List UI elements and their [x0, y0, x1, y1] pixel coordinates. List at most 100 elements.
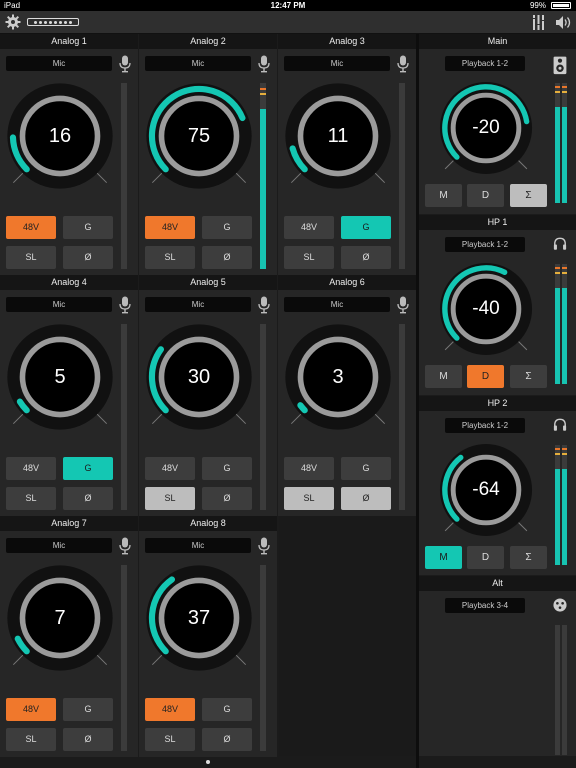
interface-device-icon[interactable]	[27, 18, 79, 26]
phase-invert-button[interactable]: Ø	[341, 246, 391, 269]
phase-invert-button[interactable]: Ø	[341, 487, 391, 510]
phantom-48v-button[interactable]: 48V	[145, 698, 195, 721]
phantom-48v-button[interactable]: 48V	[145, 216, 195, 239]
stereo-link-button[interactable]: SL	[145, 728, 195, 751]
gain-knob[interactable]	[4, 562, 116, 674]
output-strip: Alt Playback 3-4	[419, 576, 576, 756]
dim-button[interactable]: D	[467, 546, 504, 569]
channel-title[interactable]: Analog 2	[139, 34, 277, 49]
channel-strip: Analog 8 Mic 37 48V G SL Ø	[139, 516, 277, 757]
gain-g-button[interactable]: G	[202, 216, 252, 239]
channel-strip: Analog 7 Mic 7 48V G SL Ø	[0, 516, 138, 757]
phase-invert-button[interactable]: Ø	[63, 728, 113, 751]
stereo-link-button[interactable]: SL	[145, 246, 195, 269]
microphone-icon	[258, 296, 270, 314]
dim-button[interactable]: D	[467, 184, 504, 207]
microphone-icon	[258, 55, 270, 73]
source-selector[interactable]: Mic	[145, 297, 251, 312]
channel-title[interactable]: Analog 8	[139, 516, 277, 531]
channel-title[interactable]: Analog 3	[278, 34, 416, 49]
source-selector[interactable]: Mic	[145, 56, 251, 71]
stereo-link-button[interactable]: SL	[145, 487, 195, 510]
phantom-48v-button[interactable]: 48V	[284, 216, 334, 239]
source-selector[interactable]: Mic	[284, 297, 390, 312]
stereo-link-button[interactable]: SL	[6, 246, 56, 269]
output-source-selector[interactable]: Playback 1-2	[445, 237, 525, 252]
source-selector[interactable]: Mic	[6, 538, 112, 553]
gain-g-button[interactable]: G	[341, 457, 391, 480]
stereo-link-button[interactable]: SL	[6, 728, 56, 751]
meter-fill	[562, 107, 567, 203]
gain-knob[interactable]	[4, 80, 116, 192]
stereo-link-button[interactable]: SL	[284, 246, 334, 269]
output-volume-knob[interactable]	[437, 260, 535, 358]
output-source-selector[interactable]: Playback 1-2	[445, 418, 525, 433]
gain-knob[interactable]	[143, 321, 255, 433]
gain-g-button[interactable]: G	[202, 457, 252, 480]
stereo-link-button[interactable]: SL	[284, 487, 334, 510]
output-title[interactable]: HP 2	[419, 396, 576, 411]
phase-invert-button[interactable]: Ø	[202, 487, 252, 510]
mixer-icon[interactable]	[532, 15, 545, 30]
mute-button[interactable]: M	[425, 184, 462, 207]
phase-invert-button[interactable]: Ø	[63, 246, 113, 269]
output-title[interactable]: Alt	[419, 576, 576, 591]
gain-knob[interactable]	[143, 80, 255, 192]
source-selector[interactable]: Mic	[284, 56, 390, 71]
level-meter	[399, 83, 405, 269]
mute-button[interactable]: M	[425, 365, 462, 388]
phantom-48v-button[interactable]: 48V	[6, 216, 56, 239]
channel-title[interactable]: Analog 6	[278, 275, 416, 290]
meter-fill	[555, 107, 560, 203]
output-meter-right	[562, 445, 567, 565]
stereo-link-button[interactable]: SL	[6, 487, 56, 510]
phase-invert-button[interactable]: Ø	[63, 487, 113, 510]
source-selector[interactable]: Mic	[145, 538, 251, 553]
output-title[interactable]: Main	[419, 34, 576, 49]
xlr-connector-icon	[553, 598, 567, 614]
source-selector[interactable]: Mic	[6, 56, 112, 71]
output-title[interactable]: HP 1	[419, 215, 576, 230]
mono-sum-button[interactable]: Σ	[510, 365, 547, 388]
speaker-icon[interactable]	[555, 15, 571, 30]
gain-knob[interactable]	[143, 562, 255, 674]
output-source-selector[interactable]: Playback 1-2	[445, 56, 525, 71]
gain-knob[interactable]	[282, 321, 394, 433]
output-meter-left	[555, 83, 560, 203]
channel-title[interactable]: Analog 1	[0, 34, 138, 49]
channel-title[interactable]: Analog 4	[0, 275, 138, 290]
mute-button[interactable]: M	[425, 546, 462, 569]
output-volume-knob[interactable]	[437, 79, 535, 177]
phase-invert-button[interactable]: Ø	[202, 728, 252, 751]
dim-button[interactable]: D	[467, 365, 504, 388]
channel-strip: Analog 6 Mic 3 48V G SL Ø	[278, 275, 416, 516]
level-meter	[399, 324, 405, 510]
gain-g-button[interactable]: G	[202, 698, 252, 721]
phantom-48v-button[interactable]: 48V	[145, 457, 195, 480]
mono-sum-button[interactable]: Σ	[510, 184, 547, 207]
gain-g-button[interactable]: G	[63, 216, 113, 239]
phantom-48v-button[interactable]: 48V	[6, 457, 56, 480]
output-strip: HP 1 Playback 1-2 -40 M D Σ	[419, 215, 576, 395]
gain-knob[interactable]	[282, 80, 394, 192]
mono-sum-button[interactable]: Σ	[510, 546, 547, 569]
channel-title[interactable]: Analog 7	[0, 516, 138, 531]
microphone-icon	[119, 296, 131, 314]
phase-invert-button[interactable]: Ø	[202, 246, 252, 269]
gain-knob[interactable]	[4, 321, 116, 433]
page-indicator-dot[interactable]	[206, 760, 210, 764]
gain-g-button[interactable]: G	[63, 698, 113, 721]
gain-g-button[interactable]: G	[63, 457, 113, 480]
level-meter	[121, 83, 127, 269]
gain-g-button[interactable]: G	[341, 216, 391, 239]
output-volume-knob[interactable]	[437, 441, 535, 539]
source-selector[interactable]: Mic	[6, 297, 112, 312]
gear-icon[interactable]	[5, 14, 21, 30]
phantom-48v-button[interactable]: 48V	[6, 698, 56, 721]
channel-title[interactable]: Analog 5	[139, 275, 277, 290]
microphone-icon	[119, 55, 131, 73]
phantom-48v-button[interactable]: 48V	[284, 457, 334, 480]
channel-strip: Analog 2 Mic 75 48V G SL Ø	[139, 34, 277, 275]
microphone-icon	[119, 537, 131, 555]
output-source-selector[interactable]: Playback 3-4	[445, 598, 525, 613]
